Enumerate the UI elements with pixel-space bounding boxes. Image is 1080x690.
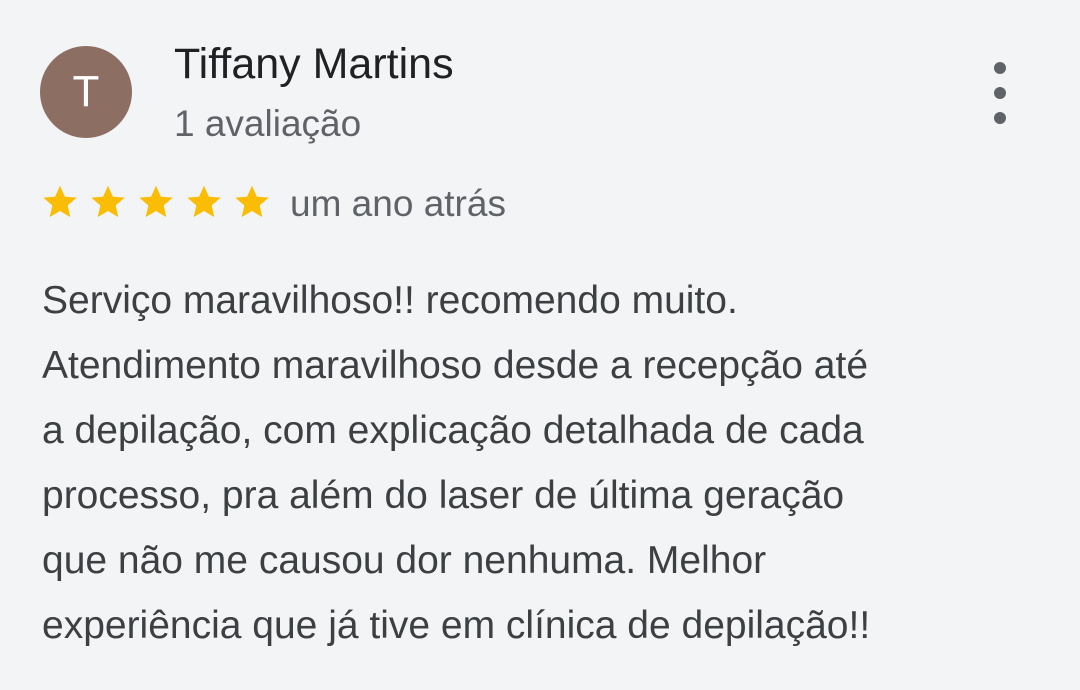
review-text-line: Atendimento maravilhoso desde a recepção…: [42, 344, 869, 387]
more-vert-icon: [994, 62, 1006, 74]
review-time: um ano atrás: [290, 183, 506, 224]
review-text-line: a depilação, com explicação detalhada de…: [42, 409, 864, 452]
star-icon: [43, 185, 77, 218]
avatar[interactable]: T: [40, 46, 132, 138]
review-text-line: processo, pra além do laser de última ge…: [42, 474, 845, 517]
reviewer-name[interactable]: Tiffany Martins: [174, 40, 454, 89]
review-text: Serviço maravilhoso!! recomendo muito. A…: [42, 268, 1052, 658]
more-vert-icon: [994, 87, 1006, 99]
more-vert-icon: [994, 112, 1006, 124]
star-icon: [91, 185, 125, 218]
avatar-initial: T: [72, 67, 100, 116]
star-rating: [40, 180, 280, 224]
review-text-line: experiência que já tive em clínica de de…: [42, 604, 871, 647]
review-text-line: que não me causou dor nenhuma. Melhor: [42, 539, 767, 582]
star-icon: [139, 185, 173, 218]
star-icon: [187, 185, 221, 218]
reviewer-review-count: 1 avaliação: [174, 103, 362, 144]
more-options-button[interactable]: [982, 62, 1018, 124]
review-card: T Tiffany Martins 1 avaliação um ano atr…: [0, 0, 1080, 690]
review-text-line: Serviço maravilhoso!! recomendo muito.: [42, 279, 738, 322]
star-icon: [235, 185, 269, 218]
